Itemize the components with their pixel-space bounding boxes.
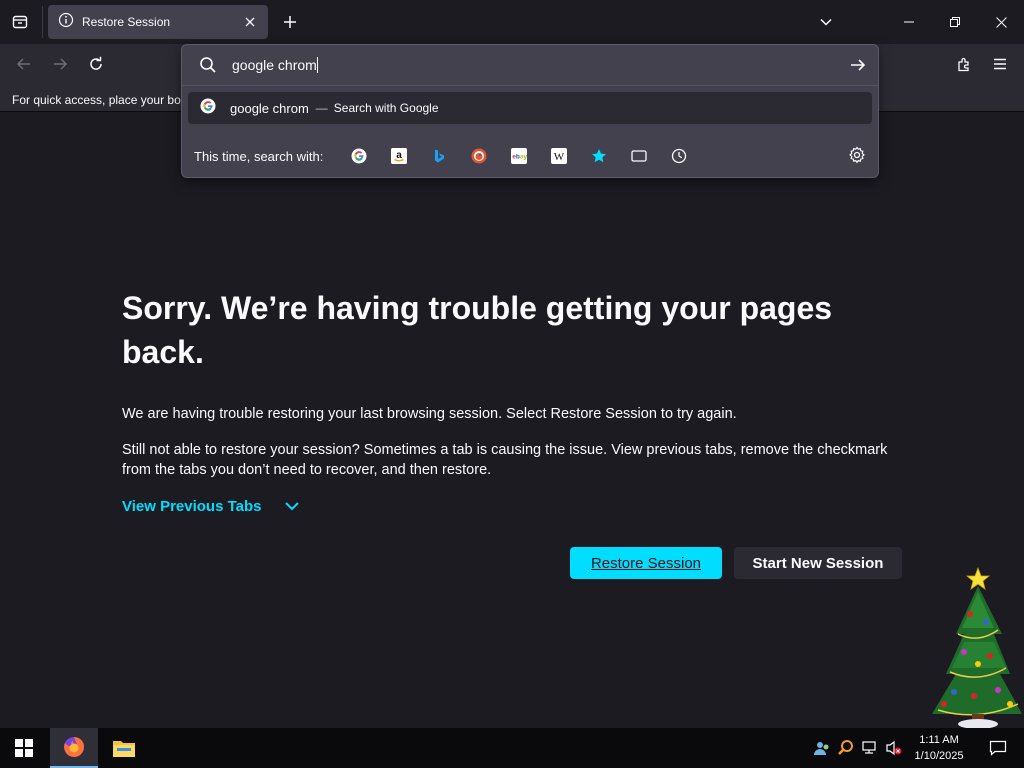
google-icon [200, 98, 216, 119]
suggestion-text: google chrom [230, 100, 309, 116]
start-new-session-button[interactable]: Start New Session [734, 547, 902, 579]
christmas-tree-decoration [924, 564, 1024, 730]
svg-text:a: a [397, 150, 403, 161]
firefox-taskbar-icon[interactable] [50, 728, 98, 768]
search-tray-icon[interactable] [836, 738, 856, 758]
bookmarks-hint: For quick access, place your boo [12, 93, 188, 107]
close-window-icon[interactable] [978, 0, 1024, 44]
info-icon [58, 12, 74, 33]
tab-close-icon[interactable] [242, 14, 258, 30]
bookmarks-icon[interactable] [579, 142, 619, 170]
urlbar-divider [182, 85, 878, 86]
notification-center-icon[interactable] [978, 728, 1018, 768]
people-icon[interactable] [812, 738, 832, 758]
amazon-icon[interactable]: a [379, 142, 419, 170]
tab-restore-session[interactable]: Restore Session [48, 5, 268, 39]
new-tab-icon[interactable] [276, 8, 304, 36]
session-restore-content: Sorry. We’re having trouble getting your… [122, 286, 922, 579]
suggestion-separator: — [315, 101, 328, 115]
restore-window-icon[interactable] [932, 0, 978, 44]
bing-icon[interactable] [419, 142, 459, 170]
system-clock[interactable]: 1:11 AM 1/10/2025 [908, 732, 970, 764]
one-off-search-bar: This time, search with: a ebay W [182, 137, 878, 175]
back-icon[interactable] [8, 48, 40, 80]
restore-session-button[interactable]: Restore Session [570, 547, 722, 579]
tab-strip: Restore Session [0, 0, 1024, 44]
view-previous-tabs-label: View Previous Tabs [122, 498, 262, 515]
go-arrow-icon[interactable] [848, 55, 868, 75]
wikipedia-icon[interactable]: W [539, 142, 579, 170]
firefox-view-icon[interactable] [4, 6, 36, 38]
file-explorer-icon[interactable] [100, 728, 148, 768]
start-new-session-label: Start New Session [752, 554, 884, 572]
urlbar[interactable]: google chrom [182, 45, 878, 85]
volume-muted-icon[interactable] [884, 738, 904, 758]
forward-icon[interactable] [44, 48, 76, 80]
windows-taskbar: 1:11 AM 1/10/2025 [0, 728, 1024, 768]
google-icon[interactable] [339, 142, 379, 170]
svg-text:W: W [554, 151, 565, 163]
clock-time: 1:11 AM [919, 734, 959, 746]
tabs-icon[interactable] [619, 142, 659, 170]
svg-text:ebay: ebay [513, 154, 528, 161]
app-menu-icon[interactable] [984, 48, 1016, 80]
tab-title: Restore Session [82, 15, 171, 29]
gear-icon[interactable] [848, 146, 868, 166]
clock-date: 1/10/2025 [914, 750, 964, 762]
duckduckgo-icon[interactable] [459, 142, 499, 170]
text-caret [316, 57, 318, 73]
windows-start-icon[interactable] [0, 728, 48, 768]
reload-icon[interactable] [80, 48, 112, 80]
urlbar-input[interactable]: google chrom [232, 55, 318, 75]
search-suggestion[interactable]: google chrom — Search with Google [188, 92, 872, 124]
restore-message: We are having trouble restoring your las… [122, 406, 737, 422]
urlbar-input-text: google chrom [232, 57, 317, 73]
view-previous-tabs-button[interactable]: View Previous Tabs [122, 498, 300, 515]
search-icon [198, 55, 218, 75]
history-icon[interactable] [659, 142, 699, 170]
urlbar-popup: google chrom google chrom — Search with … [181, 44, 879, 178]
extensions-icon[interactable] [948, 48, 980, 80]
tab-separator [42, 6, 43, 38]
network-icon[interactable] [860, 738, 880, 758]
page-title: Sorry. We’re having trouble getting your… [122, 290, 833, 370]
chevron-down-icon [284, 498, 300, 515]
minimize-icon[interactable] [886, 0, 932, 44]
restore-help-message: Still not able to restore your session? … [122, 442, 888, 478]
suggestion-action: Search with Google [333, 101, 439, 115]
ebay-icon[interactable]: ebay [499, 142, 539, 170]
list-all-tabs-icon[interactable] [812, 8, 840, 36]
one-off-label: This time, search with: [194, 148, 324, 164]
